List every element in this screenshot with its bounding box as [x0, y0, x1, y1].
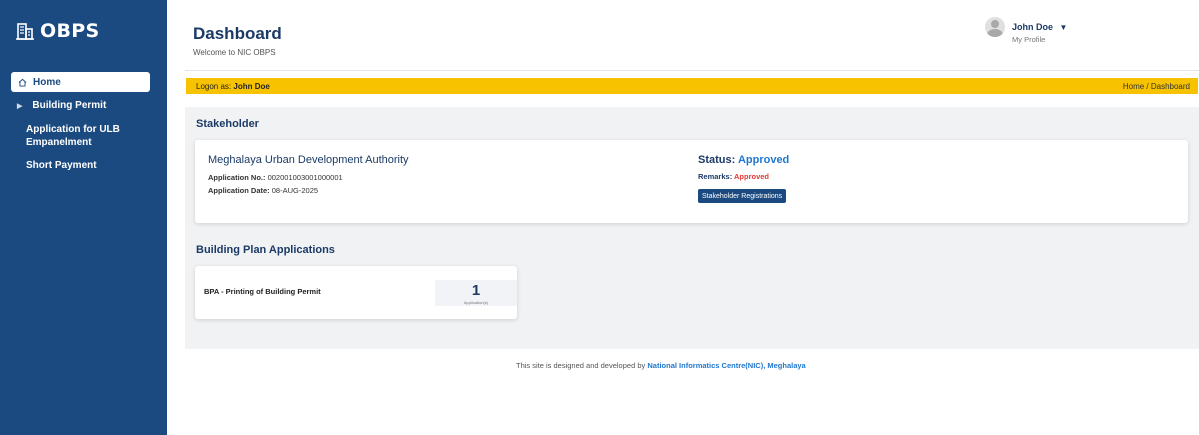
status: Status: Approved: [698, 154, 789, 166]
page-subtitle: Welcome to NIC OBPS: [193, 48, 276, 57]
logon-bar: Logon as: John Doe Home / Dashboard: [186, 78, 1198, 94]
sidebar: OBPS Home ▶ Building Permit Application …: [0, 0, 167, 435]
stakeholder-title: Stakeholder: [196, 118, 259, 130]
user-name: John Doe: [1012, 22, 1054, 32]
application-date-label: Application Date:: [208, 186, 270, 195]
user-menu[interactable]: John Doe ▼ My Profile: [985, 17, 1067, 45]
remarks: Remarks: Approved: [698, 172, 769, 181]
bpa-count-label: Application(s): [463, 300, 489, 305]
brand-logo[interactable]: OBPS: [15, 20, 99, 42]
application-number-label: Application No.:: [208, 173, 266, 182]
avatar-icon: [985, 17, 1005, 37]
remarks-value: Approved: [734, 172, 770, 181]
sidebar-item-home[interactable]: Home: [11, 72, 150, 92]
bpa-count-box: 1 Application(s): [435, 280, 517, 306]
sidebar-nav: Home ▶ Building Permit Application for U…: [11, 72, 150, 171]
org-name: Meghalaya Urban Development Authority: [208, 154, 409, 166]
sidebar-item-label: Home: [33, 76, 61, 88]
application-date-value: 08-AUG-2025: [271, 186, 319, 195]
footer-text: This site is designed and developed by: [516, 361, 646, 370]
application-number-value: 002001003001000001: [267, 173, 343, 182]
caret-down-icon[interactable]: ▼: [1059, 23, 1067, 32]
page-title: Dashboard: [193, 24, 282, 43]
chevron-right-icon: ▶: [17, 102, 23, 110]
building-icon: [16, 23, 34, 40]
logon-prefix: Logon as:: [196, 81, 232, 91]
status-label: Status:: [698, 154, 736, 166]
logon-user: John Doe: [233, 81, 270, 91]
sidebar-item-label: Short Payment: [26, 160, 97, 171]
main-content: Stakeholder Meghalaya Urban Development …: [185, 107, 1199, 349]
home-icon: [18, 78, 27, 87]
bpa-card[interactable]: BPA - Printing of Building Permit 1 Appl…: [195, 266, 517, 319]
sidebar-item-building-permit[interactable]: ▶ Building Permit: [17, 100, 106, 111]
application-date: Application Date: 08-AUG-2025: [208, 186, 318, 195]
my-profile-link[interactable]: My Profile: [1012, 35, 1067, 45]
stakeholder-card: Meghalaya Urban Development Authority Ap…: [195, 140, 1188, 223]
user-info: John Doe ▼ My Profile: [1012, 17, 1067, 45]
building-plan-title: Building Plan Applications: [196, 244, 335, 256]
sidebar-item-short-payment[interactable]: Short Payment: [26, 160, 97, 171]
sidebar-item-label: Application for ULB Empanelment: [26, 124, 120, 148]
bpa-count: 1: [471, 282, 481, 299]
footer-link[interactable]: National Informatics Centre(NIC), Meghal…: [647, 361, 805, 370]
bpa-card-label: BPA - Printing of Building Permit: [204, 287, 321, 296]
stakeholder-registrations-button[interactable]: Stakeholder Registrations: [698, 189, 787, 203]
brand-name: OBPS: [40, 20, 100, 42]
remarks-label: Remarks:: [698, 172, 733, 181]
application-number: Application No.: 002001003001000001: [208, 173, 343, 182]
sidebar-item-ulb-empanelment[interactable]: Application for ULB Empanelment: [26, 123, 146, 149]
header-divider: [185, 70, 1199, 71]
sidebar-item-label: Building Permit: [32, 100, 107, 111]
breadcrumb[interactable]: Home / Dashboard: [1123, 82, 1190, 91]
footer: This site is designed and developed by N…: [516, 361, 806, 370]
status-value: Approved: [737, 154, 790, 166]
logon-info: Logon as: John Doe: [196, 82, 270, 91]
